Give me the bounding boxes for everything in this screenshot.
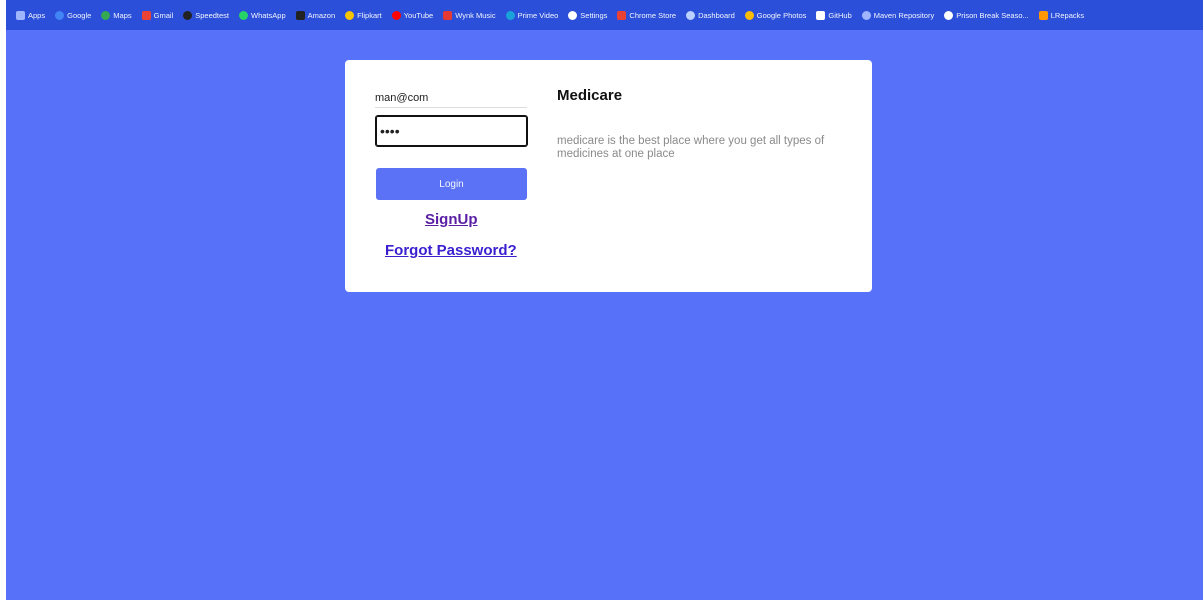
bookmark-label: Wynk Music — [455, 10, 496, 20]
bookmark-item[interactable]: Apps — [16, 6, 45, 24]
lrepacks-icon — [1038, 10, 1048, 20]
bookmark-item[interactable]: Prime Video — [505, 6, 559, 24]
bookmark-item[interactable]: Settings — [568, 6, 607, 24]
youtube-icon — [391, 10, 401, 20]
amazon-icon — [295, 10, 305, 20]
bookmark-label: WhatsApp — [251, 10, 286, 20]
google-icon — [55, 10, 65, 20]
forgot-password-link[interactable]: Forgot Password? — [385, 242, 517, 259]
signup-link[interactable]: SignUp — [425, 211, 478, 228]
bookmark-item[interactable]: WhatsApp — [239, 6, 286, 24]
bookmark-label: Speedtest — [195, 10, 230, 20]
bookmark-item[interactable]: Wynk Music — [443, 6, 496, 24]
dashboard-icon — [686, 10, 696, 20]
bookmark-item[interactable]: Google Photos — [744, 6, 807, 24]
bookmark-item[interactable]: Maps — [101, 6, 132, 24]
bookmark-label: Dashboard — [698, 10, 735, 20]
bookmark-item[interactable]: Google — [55, 6, 91, 24]
gmail-icon — [141, 10, 151, 20]
login-card: Login SignUp Forgot Password? Medicare m… — [345, 60, 872, 292]
bookmark-item[interactable]: Maven Repository — [861, 6, 935, 24]
bookmark-item[interactable]: Gmail — [141, 6, 174, 24]
bookmark-item[interactable]: Chrome Store — [617, 6, 676, 24]
bookmark-label: GitHub — [828, 10, 852, 20]
wynk-icon — [443, 10, 453, 20]
github-icon — [816, 10, 826, 20]
maps-pin-icon — [101, 10, 111, 20]
bookmark-label: Settings — [580, 10, 608, 20]
chrome-store-icon — [617, 10, 627, 20]
bookmark-label: LRepacks — [1050, 10, 1085, 20]
speedtest-icon — [183, 10, 193, 20]
bookmark-label: Prison Break Seaso... — [956, 10, 1029, 20]
bookmark-item[interactable]: Amazon — [295, 6, 336, 24]
bookmark-item[interactable]: LRepacks — [1038, 6, 1085, 24]
bookmark-label: YouTube — [403, 10, 434, 20]
bookmark-label: Apps — [28, 10, 46, 20]
bookmark-label: Google Photos — [756, 10, 807, 20]
brand-title: Medicare — [557, 87, 623, 104]
email-field[interactable] — [375, 88, 527, 108]
bookmarks-bar: Apps Google Maps Gmail Speedtest WhatsApp Amaz… — [6, 0, 1203, 30]
bookmark-item[interactable]: GitHub — [816, 6, 852, 24]
bookmark-label: Maps — [113, 10, 132, 20]
wordpress-icon — [944, 10, 954, 20]
bookmark-item[interactable]: Dashboard — [686, 6, 735, 24]
bookmark-item[interactable]: Speedtest — [183, 6, 229, 24]
maven-icon — [861, 10, 871, 20]
apps-grid-icon — [16, 10, 25, 20]
brand-description: medicare is the best place where you get… — [557, 135, 825, 160]
bookmark-label: Amazon — [307, 10, 336, 20]
bookmark-label: Prime Video — [517, 10, 559, 20]
bookmark-label: Flipkart — [357, 10, 382, 20]
page-background: Apps Google Maps Gmail Speedtest WhatsApp Amaz… — [6, 0, 1203, 600]
google-photos-icon — [744, 10, 754, 20]
bookmark-item[interactable]: YouTube — [391, 6, 434, 24]
bookmark-label: Google — [67, 10, 92, 20]
bookmark-label: Chrome Store — [629, 10, 677, 20]
login-button[interactable]: Login — [376, 168, 527, 200]
prime-video-icon — [505, 10, 515, 20]
bookmark-item[interactable]: Flipkart — [345, 6, 382, 24]
bookmark-label: Maven Repository — [873, 10, 935, 20]
bookmark-label: Gmail — [153, 10, 174, 20]
password-field[interactable] — [375, 115, 528, 147]
whatsapp-icon — [239, 10, 249, 20]
gear-icon — [568, 10, 578, 20]
flipkart-icon — [345, 10, 355, 20]
bookmark-item[interactable]: Prison Break Seaso... — [944, 6, 1029, 24]
